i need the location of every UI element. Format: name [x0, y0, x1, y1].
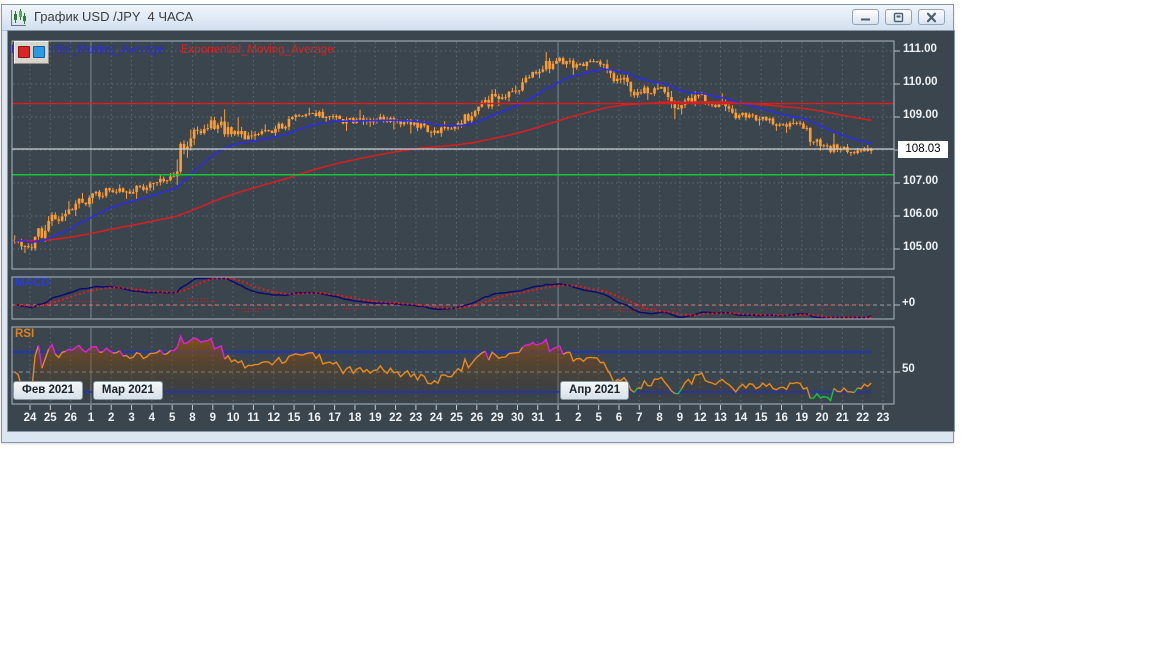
- window-controls: [852, 9, 945, 25]
- month-badge: Фев 2021: [13, 381, 84, 400]
- red-indicator-button[interactable]: [18, 46, 30, 58]
- blue-indicator-button[interactable]: [33, 46, 45, 58]
- minimize-button[interactable]: [852, 9, 879, 25]
- chart-surface[interactable]: Exponential_Moving_Average Exponential_M…: [7, 30, 955, 432]
- desktop: График USD /JPY 4 ЧАСА Exponential_Movin…: [0, 0, 1152, 648]
- indicator-button-panel: [14, 41, 49, 64]
- month-badge: Апр 2021: [560, 381, 630, 400]
- window-title: График USD /JPY 4 ЧАСА: [34, 9, 194, 24]
- chart-canvas[interactable]: [8, 31, 954, 431]
- maximize-icon: [893, 12, 904, 22]
- maximize-button[interactable]: [885, 9, 912, 25]
- title-bar[interactable]: График USD /JPY 4 ЧАСА: [2, 5, 953, 31]
- month-badge: Мар 2021: [92, 381, 163, 400]
- chart-window: График USD /JPY 4 ЧАСА Exponential_Movin…: [1, 4, 955, 443]
- close-icon: [926, 12, 937, 22]
- close-button[interactable]: [918, 9, 945, 25]
- minimize-icon: [861, 18, 870, 21]
- candlestick-chart-icon: [11, 9, 26, 26]
